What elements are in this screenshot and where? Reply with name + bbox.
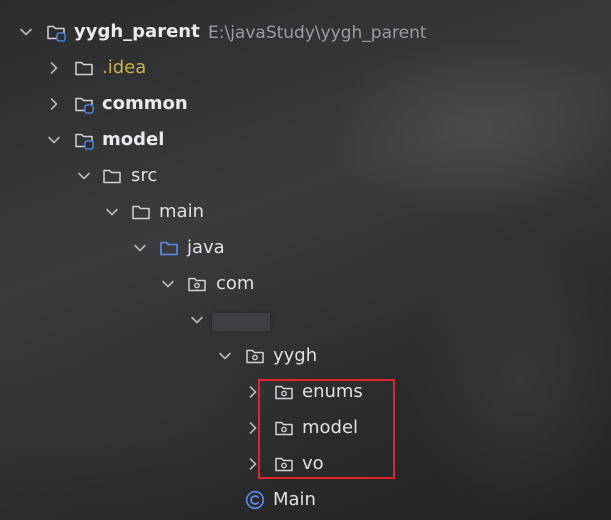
project-tree: yygh_parent E:\javaStudy\yygh_parent .id… xyxy=(0,0,611,520)
chevron-right-icon[interactable] xyxy=(46,96,62,112)
tree-node-label: java xyxy=(187,237,225,258)
tree-node-label: src xyxy=(131,165,158,186)
source-root-folder-icon xyxy=(159,238,179,258)
tree-node-label: model xyxy=(102,129,165,150)
tree-node-model-module[interactable]: model xyxy=(0,122,611,158)
chevron-down-icon[interactable] xyxy=(104,204,120,220)
tree-node-label: Main xyxy=(273,489,316,510)
tree-node-main-class[interactable]: Main xyxy=(0,482,611,518)
tree-node-label: .idea xyxy=(102,57,147,78)
tree-node-label: common xyxy=(102,93,188,114)
tree-node-label: yygh xyxy=(273,345,318,366)
chevron-right-icon[interactable] xyxy=(46,60,62,76)
highlight-box xyxy=(258,379,395,479)
chevron-down-icon[interactable] xyxy=(46,132,62,148)
package-icon xyxy=(245,346,265,366)
tree-node-common[interactable]: common xyxy=(0,86,611,122)
folder-icon xyxy=(131,202,151,222)
package-icon xyxy=(187,274,207,294)
chevron-down-icon[interactable] xyxy=(76,168,92,184)
chevron-down-icon[interactable] xyxy=(160,276,176,292)
folder-icon xyxy=(74,58,94,78)
project-path: E:\javaStudy\yygh_parent xyxy=(208,23,427,43)
chevron-down-icon[interactable] xyxy=(189,312,205,328)
chevron-down-icon[interactable] xyxy=(18,24,34,40)
chevron-down-icon[interactable] xyxy=(132,240,148,256)
module-folder-icon xyxy=(46,22,66,42)
chevron-down-icon[interactable] xyxy=(217,348,233,364)
tree-node-label: yygh_parent xyxy=(74,21,200,42)
redacted-label xyxy=(212,313,270,331)
tree-node-yygh[interactable]: yygh xyxy=(0,338,611,374)
tree-node-java[interactable]: java xyxy=(0,230,611,266)
module-folder-icon xyxy=(74,130,94,150)
tree-node-idea[interactable]: .idea xyxy=(0,50,611,86)
tree-node-yygh-parent[interactable]: yygh_parent E:\javaStudy\yygh_parent xyxy=(0,14,611,50)
folder-icon xyxy=(102,166,122,186)
module-folder-icon xyxy=(74,94,94,114)
tree-node-main[interactable]: main xyxy=(0,194,611,230)
tree-node-src[interactable]: src xyxy=(0,158,611,194)
class-icon xyxy=(245,490,265,510)
tree-node-label: main xyxy=(159,201,204,222)
tree-node-redacted[interactable] xyxy=(0,302,611,338)
tree-node-label: com xyxy=(216,273,255,294)
tree-node-com[interactable]: com xyxy=(0,266,611,302)
